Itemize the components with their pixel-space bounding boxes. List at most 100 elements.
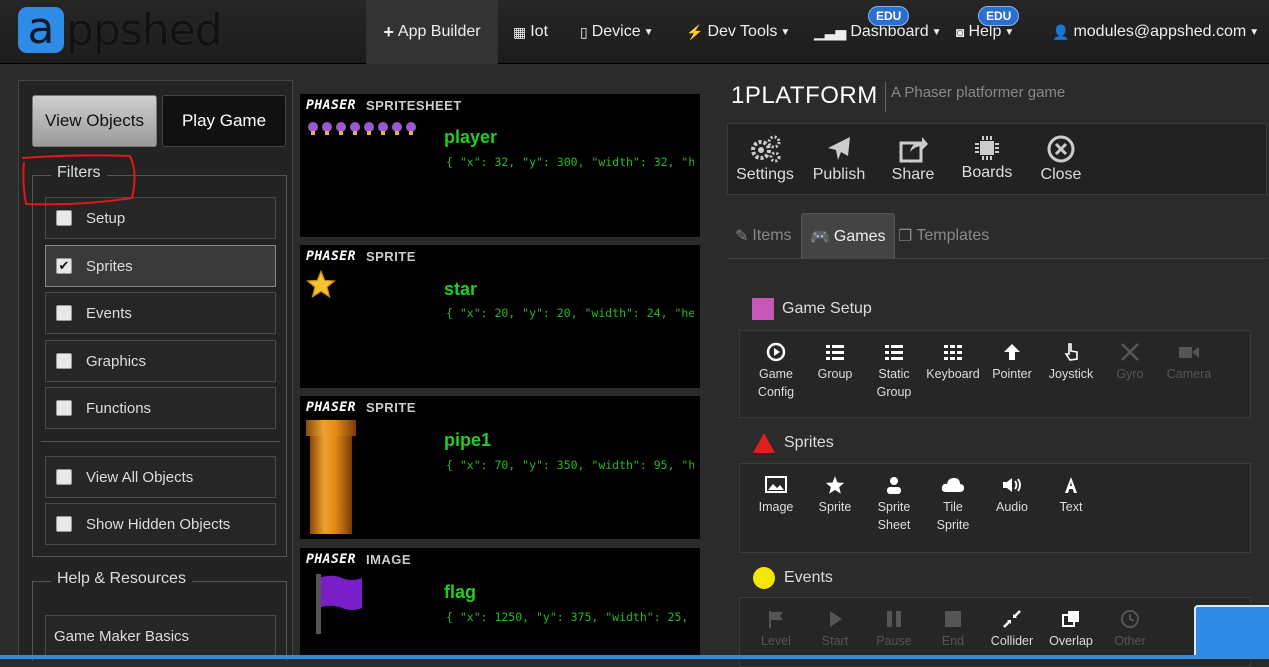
tab-items[interactable]: ✎ Items <box>727 213 800 259</box>
nav-app-builder[interactable]: + App Builder <box>366 0 498 64</box>
publish-button[interactable]: Publish <box>802 134 876 184</box>
card-object-name: pipe1 <box>444 430 492 450</box>
play-game-button[interactable]: Play Game <box>162 95 286 147</box>
filter-checkbox[interactable] <box>56 400 72 416</box>
item-level[interactable]: Level <box>748 608 804 650</box>
picture-icon <box>765 476 787 493</box>
cloud-icon <box>941 478 964 492</box>
item-gyro[interactable]: Gyro <box>1102 341 1158 383</box>
project-description: A Phaser platformer game <box>891 84 1066 101</box>
section-sprites: Image Sprite Sprite Sheet Tile Sprite Au… <box>739 463 1251 553</box>
item-text[interactable]: Text <box>1043 474 1099 516</box>
item-label: Text <box>1059 500 1083 514</box>
nav-user-label: modules@appshed.com <box>1073 23 1247 40</box>
item-label: Sprite <box>818 500 852 514</box>
filter-setup[interactable]: Setup <box>45 197 276 239</box>
edit-icon: ✎ <box>735 228 749 245</box>
chevron-down-icon: ▼ <box>643 26 654 38</box>
chevron-down-icon: ▼ <box>780 26 791 38</box>
item-group[interactable]: Group <box>807 341 863 383</box>
filter-graphics[interactable]: Graphics <box>45 340 276 382</box>
item-tile-sprite[interactable]: Tile Sprite <box>925 474 981 534</box>
option-show-hidden-objects[interactable]: Show Hidden Objects <box>45 503 276 545</box>
share-button[interactable]: Share <box>876 134 950 184</box>
item-label: Static <box>878 367 910 381</box>
filter-label: Sprites <box>86 257 133 275</box>
section-title: Game Setup <box>782 300 872 317</box>
item-pause[interactable]: Pause <box>866 608 922 650</box>
player-spritesheet-thumbnail <box>308 122 416 135</box>
nav-device[interactable]: ▯ Device ▼ <box>580 0 654 64</box>
item-image[interactable]: Image <box>748 474 804 516</box>
object-card-flag[interactable]: PHASER IMAGE flag { "x": 1250, "y": 375,… <box>300 548 700 659</box>
object-card-player[interactable]: PHASER SPRITESHEET player { "x": 32, "y"… <box>300 94 700 237</box>
item-label: Joystick <box>1048 367 1094 381</box>
option-view-all-objects[interactable]: View All Objects <box>45 456 276 498</box>
item-static-group[interactable]: Static Group <box>866 341 922 401</box>
item-label-2: Sprite <box>936 518 970 532</box>
filter-checkbox[interactable] <box>56 305 72 321</box>
filter-events[interactable]: Events <box>45 292 276 334</box>
item-camera[interactable]: Camera <box>1161 341 1217 383</box>
object-card-pipe1[interactable]: PHASER SPRITE pipe1 { "x": 70, "y": 350,… <box>300 396 700 539</box>
tab-games[interactable]: 🎮 Games <box>801 213 895 259</box>
arrow-up-icon <box>1004 344 1020 360</box>
item-label: Sprite <box>877 500 911 514</box>
chip-icon <box>975 136 999 160</box>
item-sprite-sheet[interactable]: Sprite Sheet <box>866 474 922 534</box>
floating-help-widget[interactable] <box>1194 605 1269 659</box>
star-sprite-thumbnail <box>306 270 336 298</box>
option-label: View All Objects <box>86 468 194 486</box>
item-pointer[interactable]: Pointer <box>984 341 1040 383</box>
item-overlap[interactable]: Overlap <box>1043 608 1099 650</box>
card-object-properties: { "x": 1250, "y": 375, "width": 25, "hei… <box>446 610 694 624</box>
item-label: Start <box>821 634 849 648</box>
appshed-logo[interactable]: a ppshed <box>18 5 223 56</box>
card-type: IMAGE <box>365 552 412 567</box>
nav-iot[interactable]: ▦ Iot <box>513 0 548 64</box>
item-end[interactable]: End <box>925 608 981 650</box>
person-icon <box>887 477 901 494</box>
filter-label: Events <box>86 304 132 322</box>
help-link-game-maker-basics[interactable]: Game Maker Basics <box>45 615 276 657</box>
view-objects-button[interactable]: View Objects <box>32 95 157 147</box>
option-label: Show Hidden Objects <box>86 515 231 533</box>
filter-checkbox[interactable] <box>56 353 72 369</box>
settings-button[interactable]: Settings <box>728 134 802 184</box>
object-card-star[interactable]: PHASER SPRITE star { "x": 20, "y": 20, "… <box>300 245 700 388</box>
item-label: Camera <box>1166 367 1212 381</box>
logo-mark: a <box>18 7 64 53</box>
item-audio[interactable]: Audio <box>984 474 1040 516</box>
filter-checkbox[interactable] <box>56 210 72 226</box>
video-camera-icon <box>1179 347 1199 358</box>
settings-label: Settings <box>736 166 794 183</box>
nav-device-label: Device <box>591 23 641 40</box>
option-checkbox[interactable] <box>56 516 72 532</box>
item-start[interactable]: Start <box>807 608 863 650</box>
volume-icon <box>1003 478 1021 492</box>
item-other[interactable]: Other <box>1102 608 1158 650</box>
left-panel: View Objects Play Game Filters Setup ✔ S… <box>18 80 293 661</box>
close-button[interactable]: Close <box>1024 134 1098 184</box>
share-label: Share <box>891 166 935 183</box>
boards-button[interactable]: Boards <box>950 134 1024 182</box>
stop-icon <box>945 611 961 627</box>
filter-sprites[interactable]: ✔ Sprites <box>45 245 276 287</box>
item-sprite[interactable]: Sprite <box>807 474 863 516</box>
item-keyboard[interactable]: Keyboard <box>925 341 981 383</box>
nav-user-menu[interactable]: 👤 modules@appshed.com ▼ <box>1052 0 1259 64</box>
filter-functions[interactable]: Functions <box>45 387 276 429</box>
item-game-config[interactable]: Game Config <box>748 341 804 401</box>
nav-dev-tools[interactable]: ⚡ Dev Tools ▼ <box>686 0 790 64</box>
filter-checkbox-checked[interactable]: ✔ <box>56 258 72 274</box>
option-checkbox[interactable] <box>56 469 72 485</box>
tab-games-label: Games <box>833 227 886 245</box>
card-header: PHASER SPRITE <box>306 249 416 264</box>
bottom-accent-bar <box>0 655 1269 659</box>
play-icon <box>830 611 842 627</box>
item-label: Overlap <box>1049 634 1093 648</box>
item-joystick[interactable]: Joystick <box>1043 341 1099 383</box>
tab-templates[interactable]: ❐ Templates <box>890 213 997 259</box>
item-collider[interactable]: Collider <box>984 608 1040 650</box>
item-label: Tile <box>943 500 963 514</box>
